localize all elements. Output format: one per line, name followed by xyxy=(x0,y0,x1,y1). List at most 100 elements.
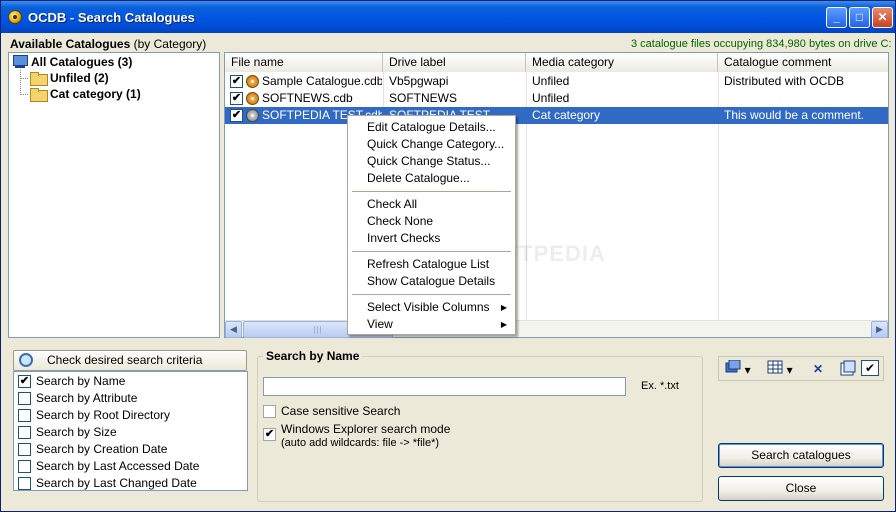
catalogues-heading-suffix: (by Category) xyxy=(133,37,207,51)
row-checkbox[interactable]: ✔ xyxy=(230,75,243,88)
check-icon[interactable]: ✔ xyxy=(861,360,879,376)
criteria-item-attribute[interactable]: Search by Attribute xyxy=(18,390,137,407)
criteria-checkbox[interactable] xyxy=(18,443,31,456)
tree-node-label: Cat category (1) xyxy=(50,87,141,101)
search-toolbar: ▾ ▾ ✕ ✔ xyxy=(718,356,884,381)
column-header-catalogue-comment[interactable]: Catalogue comment xyxy=(718,53,888,72)
criteria-label: Search by Size xyxy=(36,425,117,439)
tree-connector xyxy=(20,94,28,95)
search-catalogues-button[interactable]: Search catalogues xyxy=(718,443,884,468)
cell-media-category: Unfiled xyxy=(532,91,570,105)
criteria-header[interactable]: Check desired search criteria xyxy=(13,350,247,371)
tree-node-cat-category[interactable]: Cat category (1) xyxy=(30,86,141,102)
table-row[interactable]: ✔ Sample Catalogue.cdb Vb5pgwapi Unfiled… xyxy=(225,73,888,90)
criteria-checkbox[interactable] xyxy=(18,460,31,473)
menu-item-label: Select Visible Columns xyxy=(367,300,490,314)
criteria-label: Search by Last Accessed Date xyxy=(36,459,200,473)
search-by-name-title: Search by Name xyxy=(263,349,363,363)
tree-connector xyxy=(20,78,28,79)
catalogue-disc-icon xyxy=(246,75,259,88)
title-bar[interactable]: OCDB - Search Catalogues _ □ ✕ xyxy=(1,1,895,33)
catalogue-options-button[interactable]: ▾ xyxy=(723,359,753,378)
criteria-item-last-changed-date[interactable]: Search by Last Changed Date xyxy=(18,475,197,492)
criteria-checkbox[interactable] xyxy=(18,392,31,405)
menu-item-show-details[interactable]: Show Catalogue Details xyxy=(350,273,513,290)
criteria-item-size[interactable]: Search by Size xyxy=(18,424,117,441)
menu-item-select-visible-columns[interactable]: Select Visible Columns ▶ xyxy=(350,299,513,316)
case-sensitive-option[interactable]: Case sensitive Search xyxy=(263,404,400,418)
dropdown-arrow-icon: ▾ xyxy=(786,363,793,377)
cell-catalogue-comment: Distributed with OCDB xyxy=(724,74,845,88)
maximize-button[interactable]: □ xyxy=(849,7,870,28)
cell-media-category: Cat category xyxy=(532,108,601,122)
catalogue-icon xyxy=(725,359,741,373)
tree-node-label: All Catalogues (3) xyxy=(31,55,133,69)
table-row-selected[interactable]: ✔ SOFTPEDIA TEST.cdb SOFTPEDIA TEST Cat … xyxy=(225,107,888,124)
column-header-drive-label[interactable]: Drive label xyxy=(383,53,526,72)
menu-separator xyxy=(352,294,511,295)
menu-item-quick-change-category[interactable]: Quick Change Category... xyxy=(350,136,513,153)
tree-node-all-catalogues[interactable]: All Catalogues (3) xyxy=(12,54,132,70)
submenu-arrow-icon: ▶ xyxy=(500,320,507,329)
minimize-button[interactable]: _ xyxy=(826,7,847,28)
disc-app-icon xyxy=(8,10,22,24)
folder-icon xyxy=(30,72,48,86)
menu-item-check-none[interactable]: Check None xyxy=(350,213,513,230)
case-sensitive-checkbox[interactable] xyxy=(263,405,276,418)
criteria-checkbox[interactable]: ✔ xyxy=(18,375,31,388)
row-checkbox[interactable]: ✔ xyxy=(230,109,243,122)
tree-node-label: Unfiled (2) xyxy=(50,71,109,85)
context-menu: Edit Catalogue Details... Quick Change C… xyxy=(347,115,516,335)
criteria-label: Search by Name xyxy=(36,374,126,388)
menu-item-refresh-list[interactable]: Refresh Catalogue List xyxy=(350,256,513,273)
scroll-right-button[interactable]: ▶ xyxy=(871,321,888,338)
explorer-mode-sublabel: (auto add wildcards: file -> *file*) xyxy=(281,437,440,449)
criteria-checkbox[interactable] xyxy=(18,477,31,490)
properties-icon[interactable] xyxy=(839,360,857,378)
delete-icon[interactable]: ✕ xyxy=(809,360,827,378)
menu-item-view[interactable]: View ▶ xyxy=(350,316,513,333)
column-header-media-category[interactable]: Media category xyxy=(526,53,718,72)
computer-icon xyxy=(12,55,28,69)
window-title: OCDB - Search Catalogues xyxy=(28,10,195,25)
row-checkbox[interactable]: ✔ xyxy=(230,92,243,105)
category-tree[interactable]: All Catalogues (3) Unfiled (2) Cat categ… xyxy=(8,52,220,338)
criteria-item-last-accessed-date[interactable]: Search by Last Accessed Date xyxy=(18,458,199,475)
close-button[interactable]: Close xyxy=(718,476,884,501)
menu-item-delete-catalogue[interactable]: Delete Catalogue... xyxy=(350,170,513,187)
close-window-button[interactable]: ✕ xyxy=(872,7,893,28)
menu-item-edit-details[interactable]: Edit Catalogue Details... xyxy=(350,119,513,136)
menu-item-invert-checks[interactable]: Invert Checks xyxy=(350,230,513,247)
tree-node-unfiled[interactable]: Unfiled (2) xyxy=(30,70,109,86)
menu-item-quick-change-status[interactable]: Quick Change Status... xyxy=(350,153,513,170)
catalogue-disc-icon xyxy=(246,92,259,105)
magnifier-icon xyxy=(19,353,33,367)
search-name-input[interactable] xyxy=(263,377,626,396)
cell-file-name: Sample Catalogue.cdb xyxy=(262,74,382,88)
criteria-label: Search by Root Directory xyxy=(36,408,171,422)
criteria-item-name[interactable]: ✔ Search by Name xyxy=(18,373,125,390)
table-row[interactable]: ✔ SOFTNEWS.cdb SOFTNEWS Unfiled xyxy=(225,90,888,107)
scroll-left-button[interactable]: ◀ xyxy=(225,321,242,338)
catalogue-disc-icon xyxy=(246,109,259,122)
explorer-mode-checkbox[interactable]: ✔ xyxy=(263,428,276,441)
criteria-item-creation-date[interactable]: Search by Creation Date xyxy=(18,441,167,458)
explorer-mode-option[interactable]: ✔ Windows Explorer search mode (auto add… xyxy=(263,422,450,450)
explorer-mode-label: Windows Explorer search mode xyxy=(281,422,451,436)
grid-icon xyxy=(767,360,783,374)
menu-item-check-all[interactable]: Check All xyxy=(350,196,513,213)
criteria-checkbox[interactable] xyxy=(18,409,31,422)
criteria-checkbox[interactable] xyxy=(18,426,31,439)
catalogues-heading-text: Available Catalogues xyxy=(10,37,131,51)
criteria-item-root-directory[interactable]: Search by Root Directory xyxy=(18,407,170,424)
criteria-label: Search by Last Changed Date xyxy=(36,476,197,490)
criteria-label: Search by Attribute xyxy=(36,391,138,405)
menu-item-label: View xyxy=(367,317,393,331)
criteria-list[interactable]: ✔ Search by Name Search by Attribute Sear… xyxy=(13,371,248,491)
case-sensitive-label: Case sensitive Search xyxy=(281,404,401,418)
catalogue-list[interactable]: File name Drive label Media category Cat… xyxy=(224,52,889,338)
columns-options-button[interactable]: ▾ xyxy=(765,360,795,378)
catalogues-heading: Available Catalogues (by Category) xyxy=(10,37,206,51)
column-header-file-name[interactable]: File name xyxy=(225,53,383,72)
horizontal-scrollbar[interactable]: ◀ ||| ▶ xyxy=(225,320,888,338)
